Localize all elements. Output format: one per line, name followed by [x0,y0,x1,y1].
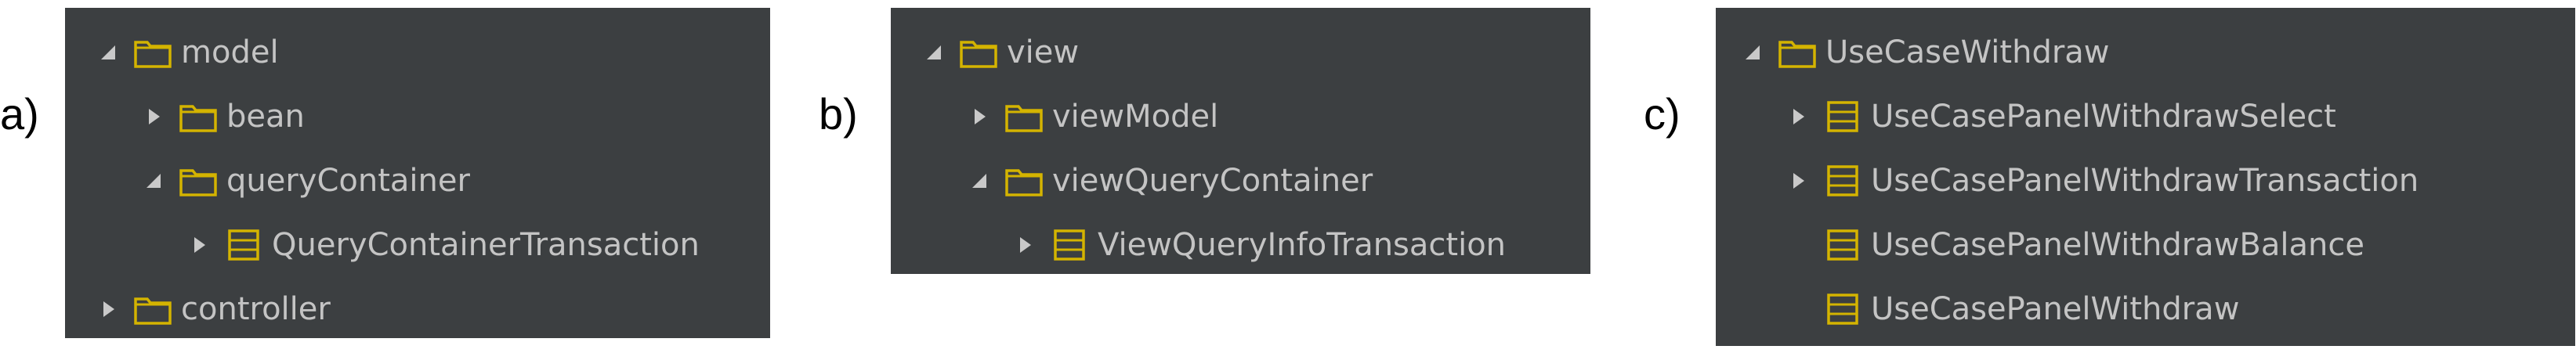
tree-node-label: controller [181,291,331,327]
tree-node-querycontainertransaction[interactable]: QueryContainerTransaction [189,213,700,277]
tree-node-label: ViewQueryInfoTransaction [1098,227,1507,263]
expanded-arrow-icon[interactable] [143,171,164,191]
project-tree-panel-a: model bean queryContainer QueryContainer… [65,8,770,338]
tree-node-label: UseCasePanelWithdraw [1871,291,2240,327]
class-icon [223,227,264,263]
folder-icon [132,34,173,70]
tree-node-label: UseCasePanelWithdrawTransaction [1871,163,2419,199]
tree-node-viewmodel[interactable]: viewModel [969,85,1218,149]
tree-node-label: model [181,34,279,70]
panel-c-label: c) [1644,89,1681,139]
folder-icon [958,34,999,70]
collapsed-arrow-icon[interactable] [1788,106,1808,127]
folder-icon [1777,34,1818,70]
expanded-arrow-icon[interactable] [98,42,118,63]
tree-node-view[interactable]: view [924,20,1079,85]
collapsed-arrow-icon[interactable] [1015,235,1035,255]
tree-node-viewquerycontainer[interactable]: viewQueryContainer [969,149,1373,213]
panel-b-label: b) [819,89,858,139]
expanded-arrow-icon[interactable] [969,171,990,191]
tree-node-label: viewModel [1052,99,1219,135]
tree-node-usecasepanelwithdrawtransaction[interactable]: UseCasePanelWithdrawTransaction [1788,149,2419,213]
folder-icon [132,291,173,327]
arrow-spacer [1788,299,1808,319]
collapsed-arrow-icon[interactable] [189,235,209,255]
folder-icon [178,163,219,199]
folder-icon [1004,99,1044,135]
tree-node-controller[interactable]: controller [98,277,331,341]
class-icon [1822,99,1863,135]
collapsed-arrow-icon[interactable] [969,106,990,127]
expanded-arrow-icon[interactable] [1742,42,1763,63]
tree-node-label: UseCasePanelWithdrawSelect [1871,99,2336,135]
tree-node-label: view [1007,34,1080,70]
collapsed-arrow-icon[interactable] [1788,171,1808,191]
tree-node-usecasewithdraw[interactable]: UseCaseWithdraw [1742,20,2110,85]
project-tree-panel-b: view viewModel viewQueryContainer ViewQu… [891,8,1590,274]
expanded-arrow-icon[interactable] [924,42,944,63]
tree-node-querycontainer[interactable]: queryContainer [143,149,470,213]
tree-node-usecasepanelwithdrawselect[interactable]: UseCasePanelWithdrawSelect [1788,85,2336,149]
tree-node-label: UseCaseWithdraw [1825,34,2110,70]
folder-icon [178,99,219,135]
tree-node-viewqueryinfotransaction[interactable]: ViewQueryInfoTransaction [1015,213,1506,277]
panel-a-label: a) [0,89,39,139]
tree-node-usecasepanelwithdraw[interactable]: UseCasePanelWithdraw [1788,277,2239,341]
collapsed-arrow-icon[interactable] [98,299,118,319]
tree-node-label: bean [226,99,305,135]
collapsed-arrow-icon[interactable] [143,106,164,127]
class-icon [1049,227,1090,263]
project-tree-panel-c: UseCaseWithdraw UseCasePanelWithdrawSele… [1716,8,2575,346]
folder-icon [1004,163,1044,199]
class-icon [1822,291,1863,327]
tree-node-model[interactable]: model [98,20,279,85]
arrow-spacer [1788,235,1808,255]
tree-node-label: QueryContainerTransaction [272,227,700,263]
class-icon [1822,227,1863,263]
tree-node-bean[interactable]: bean [143,85,305,149]
tree-node-label: viewQueryContainer [1052,163,1373,199]
tree-node-label: UseCasePanelWithdrawBalance [1871,227,2364,263]
tree-node-label: queryContainer [226,163,470,199]
tree-node-usecasepanelwithdrawbalance[interactable]: UseCasePanelWithdrawBalance [1788,213,2364,277]
class-icon [1822,163,1863,199]
